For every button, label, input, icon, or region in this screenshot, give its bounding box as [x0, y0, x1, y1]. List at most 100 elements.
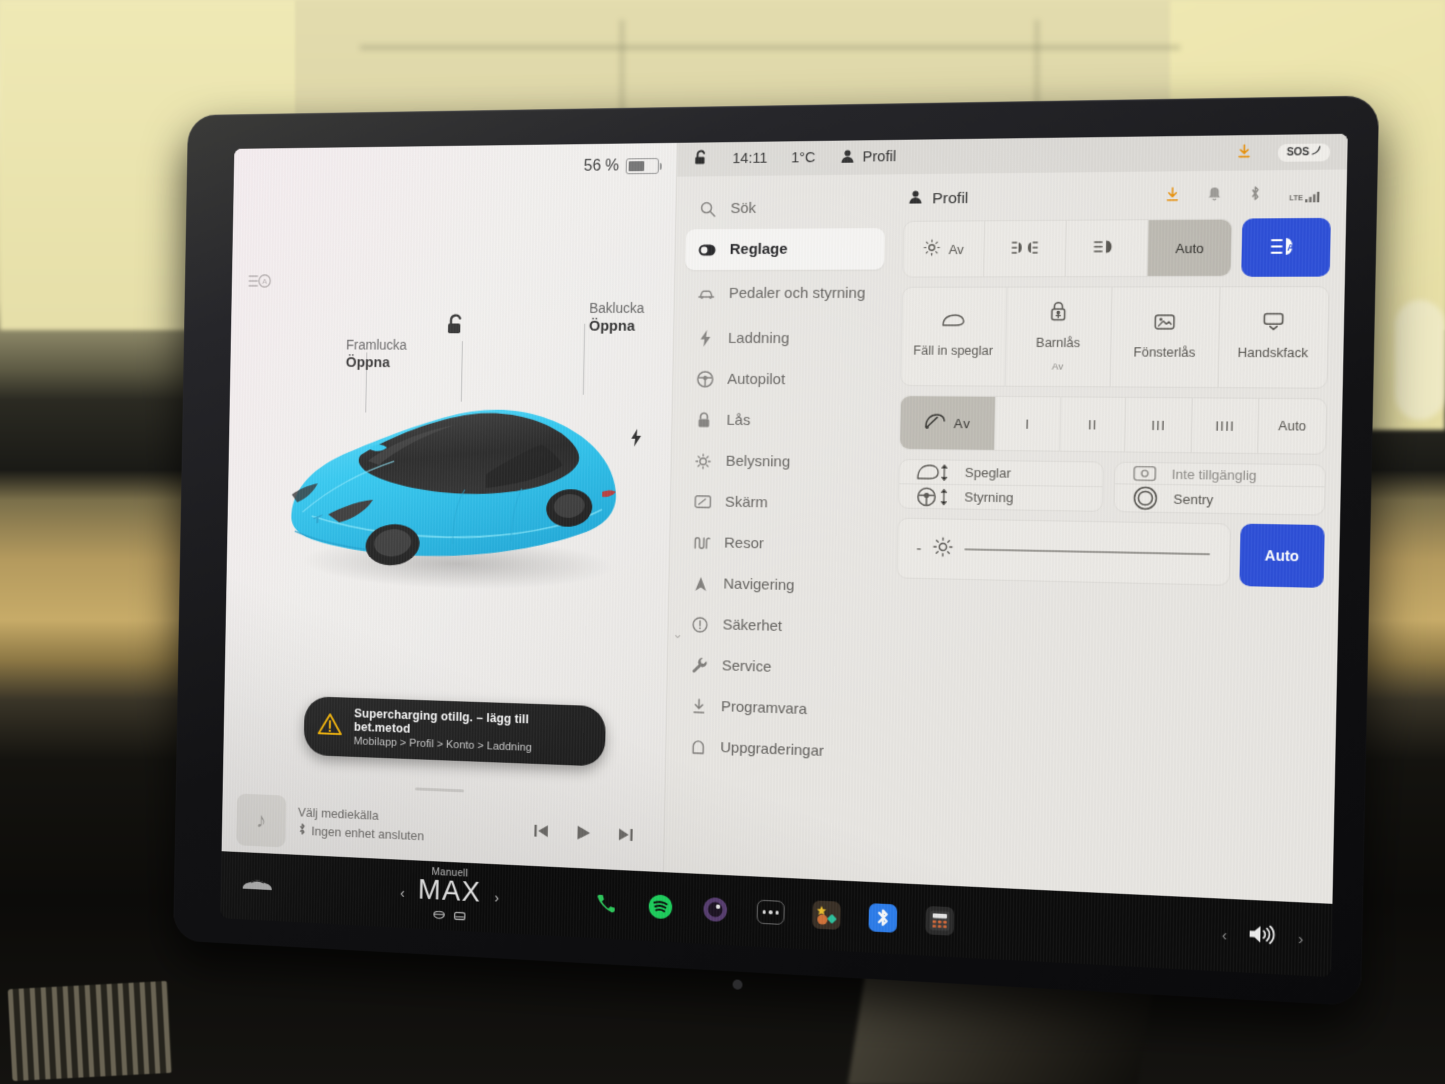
- sidebar-item-label: Reglage: [729, 240, 788, 259]
- bluetooth-app-icon[interactable]: [868, 903, 898, 933]
- sidebar-item-service[interactable]: Service: [677, 644, 877, 691]
- music-note-icon[interactable]: ♪: [236, 793, 287, 848]
- battery-icon: [625, 158, 659, 175]
- card-item-styrning[interactable]: Styrning: [899, 484, 1102, 511]
- camera-app-icon[interactable]: [701, 895, 729, 924]
- content-header-icons: LTE: [1165, 184, 1327, 207]
- auto-high-beam-button[interactable]: A: [1241, 217, 1331, 277]
- wiper-option-off[interactable]: Av: [899, 396, 997, 450]
- tile-fall-in-speglar[interactable]: Fäll in speglar: [901, 287, 1007, 386]
- brightness-control[interactable]: -: [896, 517, 1231, 586]
- sidebar-item-navigering[interactable]: Navigering: [679, 563, 879, 609]
- sidebar-item-resor[interactable]: Resor: [680, 522, 880, 567]
- notification-toast[interactable]: Supercharging otillg. – lägg till bet.me…: [303, 696, 606, 767]
- screen: 56 % A Framlucka Öppna Baklucka Öppna Su…: [220, 133, 1348, 978]
- headlight-option-lowbeam[interactable]: [1065, 220, 1149, 277]
- chevron-left-icon[interactable]: ‹: [400, 885, 405, 902]
- chevron-right-icon[interactable]: ›: [1298, 930, 1304, 948]
- sidebar-item-laddning[interactable]: Laddning: [683, 318, 883, 360]
- home-indicator: [732, 979, 743, 990]
- car-visualizer-pane: 56 % A Framlucka Öppna Baklucka Öppna Su…: [221, 142, 677, 873]
- play-icon[interactable]: [574, 823, 592, 846]
- trips-icon: [693, 535, 711, 549]
- wiper-option-auto[interactable]: Auto: [1259, 399, 1327, 454]
- brightness-auto-button[interactable]: Auto: [1239, 523, 1325, 588]
- scroll-indicator: ⌄: [672, 626, 684, 642]
- skip-previous-icon[interactable]: [532, 821, 550, 844]
- card-item-label: Styrning: [964, 489, 1014, 506]
- sos-button[interactable]: SOS: [1277, 142, 1331, 162]
- unlocked-padlock-icon[interactable]: [693, 149, 709, 170]
- sidebar-item-pedaler-och-styrning[interactable]: Pedaler och styrning: [684, 270, 884, 319]
- sidebar-item-las[interactable]: Lås: [682, 399, 882, 442]
- download-icon[interactable]: [1165, 186, 1180, 207]
- mirror-icon: [941, 313, 966, 334]
- wiper-option-1[interactable]: I: [995, 396, 1062, 451]
- calculator-app-icon[interactable]: [925, 905, 955, 936]
- glovebox-icon: [1261, 312, 1285, 336]
- chevron-right-icon[interactable]: ›: [494, 890, 499, 907]
- skip-next-icon[interactable]: [617, 825, 635, 849]
- vehicle-render[interactable]: [270, 371, 651, 601]
- media-controls: [532, 821, 648, 849]
- download-icon[interactable]: [1236, 143, 1252, 163]
- card-item-camera[interactable]: Inte tillgänglig: [1114, 462, 1325, 488]
- wiper-segment-group: Av I II III IIII Auto: [898, 395, 1328, 455]
- toybox-app-icon[interactable]: [812, 900, 841, 930]
- steering-heat-icon[interactable]: [432, 907, 445, 925]
- sidebar-item-belysning[interactable]: Belysning: [681, 440, 881, 484]
- sidebar-item-label: Pedaler och styrning: [728, 284, 866, 303]
- climate-temp-block[interactable]: Manuell MAX: [417, 866, 482, 927]
- tile-handskfack[interactable]: Handskfack: [1218, 287, 1328, 388]
- battery-percent-label: 56 %: [583, 157, 620, 175]
- headlight-option-fog[interactable]: [983, 220, 1067, 277]
- tile-fonsterlas[interactable]: Fönsterlås: [1110, 287, 1221, 388]
- more-apps-icon[interactable]: [756, 899, 785, 926]
- low-beam-icon: [1093, 239, 1121, 258]
- callout-front-trunk[interactable]: Framlucka Öppna: [346, 337, 407, 372]
- tile-label: Barnlås: [1035, 335, 1081, 351]
- sidebar-item-label: Programvara: [720, 698, 808, 719]
- callout-rear-action: Öppna: [588, 317, 636, 335]
- sidebar-item-programvara[interactable]: Programvara: [677, 685, 877, 733]
- adjust-card-right: Inte tillgänglig Sentry: [1112, 461, 1326, 516]
- wiper-option-2[interactable]: II: [1060, 397, 1127, 452]
- wiper-option-3[interactable]: III: [1125, 397, 1193, 453]
- settings-pane: 14:11 1°C Profil SOS ⌄ Sök Reglage Pedal…: [664, 133, 1348, 904]
- sidebar-item-sok[interactable]: Sök: [686, 187, 886, 230]
- volume-icon[interactable]: [1246, 921, 1279, 953]
- headlight-option-auto[interactable]: Auto: [1147, 219, 1232, 277]
- bell-icon[interactable]: [1208, 186, 1222, 207]
- tile-label: Fäll in speglar: [913, 343, 994, 359]
- sidebar-item-skarm[interactable]: Skärm: [680, 481, 880, 525]
- wiper-option-label: Auto: [1278, 418, 1307, 434]
- car-front-icon[interactable]: [241, 875, 274, 899]
- chevron-left-icon[interactable]: ‹: [1222, 926, 1228, 944]
- sidebar-item-uppgraderingar[interactable]: Uppgraderingar: [676, 726, 876, 774]
- tile-barnlas[interactable]: Barnlås Av: [1005, 287, 1113, 387]
- sidebar-item-label: Belysning: [725, 452, 791, 471]
- quick-tiles-group: Fäll in speglar Barnlås Av Fönsterlås Ha…: [900, 286, 1330, 389]
- sidebar-item-label: Säkerhet: [722, 616, 783, 635]
- card-item-speglar[interactable]: Speglar: [899, 459, 1103, 488]
- wiper-option-label: IIII: [1215, 417, 1236, 434]
- callout-front-title: Framlucka: [345, 336, 407, 353]
- open-padlock-icon[interactable]: [445, 314, 466, 342]
- sidebar-item-label: Lås: [726, 411, 751, 430]
- phone-app-icon[interactable]: [592, 890, 620, 919]
- wiper-option-4[interactable]: IIII: [1191, 398, 1260, 454]
- spotify-app-icon[interactable]: [647, 892, 675, 921]
- seat-heat-icon[interactable]: [453, 908, 467, 926]
- drag-handle[interactable]: [415, 787, 464, 793]
- bluetooth-icon[interactable]: [1249, 185, 1261, 207]
- callout-rear-trunk[interactable]: Baklucka Öppna: [589, 300, 645, 336]
- sidebar-item-reglage[interactable]: Reglage: [685, 228, 885, 271]
- brightness-slider[interactable]: [964, 548, 1211, 556]
- status-profile[interactable]: Profil: [839, 147, 896, 167]
- brightness-minus-label: -: [916, 539, 922, 558]
- parking-light-icon: [923, 239, 941, 259]
- sidebar-item-sakerhet[interactable]: Säkerhet: [678, 603, 878, 649]
- sidebar-item-autopilot[interactable]: Autopilot: [683, 359, 883, 401]
- headlight-option-off[interactable]: Av: [903, 221, 985, 277]
- card-item-sentry[interactable]: Sentry: [1114, 484, 1324, 514]
